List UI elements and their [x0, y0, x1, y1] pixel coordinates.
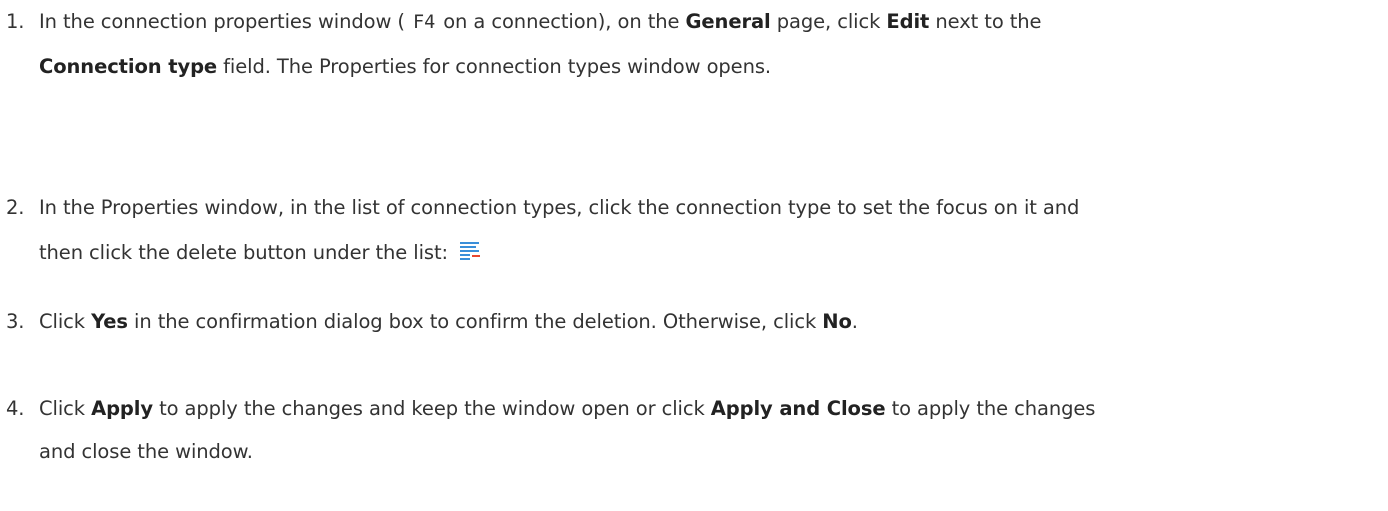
step-2: 2. In the Properties window, in the list …: [6, 186, 1384, 274]
step-text: page, click: [770, 10, 887, 33]
step-4: 4. Click Apply to apply the changes and k…: [6, 387, 1384, 473]
step-text: In the Properties window, in the list of…: [39, 196, 1080, 219]
step-text: In the connection properties window (: [39, 10, 412, 33]
step-3: 3. Click Yes in the confirmation dialog b…: [6, 300, 1384, 343]
step-number: 3.: [6, 310, 25, 333]
ui-term-general: General: [685, 10, 771, 33]
step-2-line-1: 2. In the Properties window, in the list …: [6, 186, 1384, 229]
step-2-line-2: then click the delete button under the l…: [6, 231, 1384, 274]
step-number: 1.: [6, 10, 25, 33]
ui-term-yes: Yes: [91, 310, 128, 333]
step-4-line-2: and close the window.: [6, 430, 1384, 473]
step-1: 1. In the connection properties window ( …: [6, 0, 1384, 88]
step-3-line-1: 3. Click Yes in the confirmation dialog b…: [6, 300, 1384, 343]
step-text: on a connection), on the: [437, 10, 686, 33]
delete-list-item-icon: [460, 242, 481, 260]
step-text: field. The Properties for connection typ…: [217, 55, 772, 78]
step-number: 4.: [6, 397, 25, 420]
step-number: 2.: [6, 196, 25, 219]
keyboard-shortcut: F4: [413, 12, 436, 33]
step-text: next to the: [929, 10, 1042, 33]
step-text: then click the delete button under the l…: [39, 241, 455, 264]
step-text: in the confirmation dialog box to confir…: [127, 310, 823, 333]
step-1-line-1: 1. In the connection properties window ( …: [6, 0, 1384, 44]
step-text: to apply the changes: [885, 397, 1096, 420]
step-text: to apply the changes and keep the window…: [152, 397, 711, 420]
step-text: Click: [39, 310, 92, 333]
ui-term-edit: Edit: [886, 10, 930, 33]
step-1-line-2: Connection type field. The Properties fo…: [6, 45, 1384, 88]
instruction-steps: 1. In the connection properties window ( …: [0, 0, 1388, 511]
ui-term-connection-type: Connection type: [39, 55, 218, 78]
ui-term-apply-and-close: Apply and Close: [710, 397, 886, 420]
ui-term-apply: Apply: [91, 397, 153, 420]
ui-term-no: No: [822, 310, 852, 333]
step-text: and close the window.: [39, 440, 253, 463]
step-text: .: [851, 310, 858, 333]
step-4-line-1: 4. Click Apply to apply the changes and k…: [6, 387, 1384, 430]
step-text: Click: [39, 397, 92, 420]
